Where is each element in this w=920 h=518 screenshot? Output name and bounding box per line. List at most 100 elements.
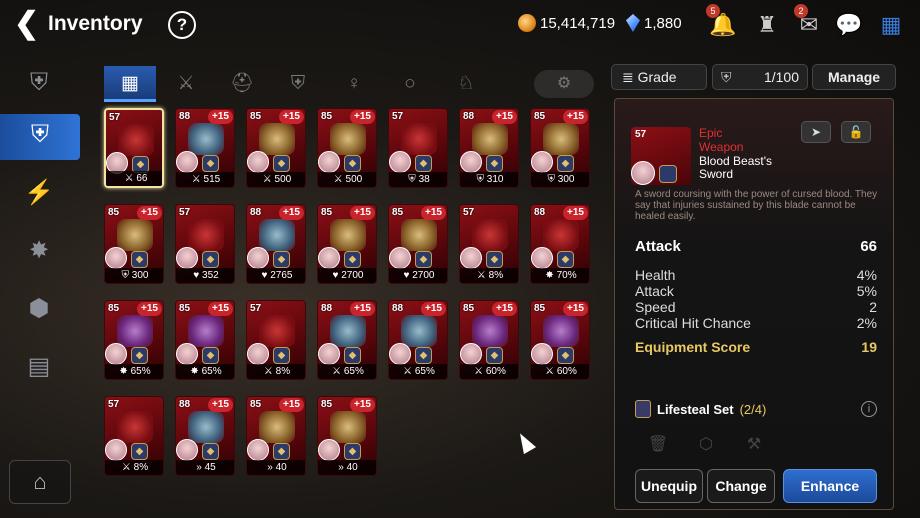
stat-icon: ⛨ <box>121 270 130 281</box>
item-art <box>543 315 579 347</box>
item-art <box>188 123 224 155</box>
inventory-item[interactable]: 85 +15 ◆ ⛨ 300 <box>104 204 164 284</box>
crystal-currency[interactable]: 1,880 <box>626 14 682 32</box>
inventory-item[interactable]: 88 +15 ◆» 45 <box>175 396 235 476</box>
inventory-item[interactable]: 85 +15 ◆» 40 <box>246 396 306 476</box>
item-level: 85 <box>321 111 333 122</box>
inventory-item[interactable]: 57 ◆ ♥ 352 <box>175 204 235 284</box>
top-bar: ❮ Inventory ? 15,414,719 1,880 🔔 5 ♜ ✉ 2… <box>0 0 920 52</box>
inventory-item[interactable]: 85 +15 ◆ ✸ 65% <box>104 300 164 380</box>
filter-icon[interactable]: ⚙ <box>534 70 594 98</box>
extract-icon[interactable]: ⬡ <box>691 432 721 458</box>
share-icon[interactable]: ➤ <box>801 121 831 143</box>
item-detail-panel: 57 Epic Weapon Blood Beast's Sword ➤ 🔓 A … <box>614 98 894 510</box>
set-icon: ◆ <box>557 251 574 268</box>
stat-value: 310 <box>486 174 504 185</box>
inventory-item[interactable]: 85 +15 ◆ ♥ 2700 <box>388 204 448 284</box>
sub-stat-label: Health <box>635 267 676 283</box>
item-stat: ⛨ 38 <box>389 172 447 187</box>
unequip-button[interactable]: Unequip <box>635 469 703 503</box>
inventory-item[interactable]: 88 +15 ◆ ⛨ 310 <box>459 108 519 188</box>
inventory-item[interactable]: 88 +15 ◆ ♥ 2765 <box>246 204 306 284</box>
enhance-button[interactable]: Enhance <box>783 469 877 503</box>
hero-avatar <box>460 151 482 173</box>
weapon-icon[interactable]: ⚔ <box>160 66 212 102</box>
chat-icon[interactable]: 💬 <box>834 10 864 40</box>
inventory-item[interactable]: 88 +15 ◆ ⚔ 65% <box>388 300 448 380</box>
armor-icon[interactable]: ⛨ <box>272 66 324 102</box>
stat-value: 2700 <box>341 270 364 281</box>
party-icon[interactable]: ♜ <box>752 10 782 40</box>
item-art <box>117 411 153 443</box>
inventory-item[interactable]: 85 +15 ◆ ⚔ 60% <box>459 300 519 380</box>
inventory-item[interactable]: 85 +15 ◆ ⚔ 60% <box>530 300 590 380</box>
inventory-item[interactable]: 88 +15 ◆ ⚔ 515 <box>175 108 235 188</box>
lock-icon[interactable]: 🔓 <box>841 121 871 143</box>
main-stat-value: 66 <box>860 238 877 255</box>
info-icon[interactable]: i <box>861 401 877 417</box>
item-stat: ⚔ 500 <box>247 172 305 187</box>
grade-sort-button[interactable]: ≣ Grade <box>611 64 707 90</box>
inventory-item[interactable]: 57 ◆ ⛨ 38 <box>388 108 448 188</box>
helmet-icon[interactable]: ⛑ <box>216 66 268 102</box>
sub-stat-label: Attack <box>635 283 674 299</box>
inventory-item[interactable]: 85 +15 ◆ ⚔ 500 <box>246 108 306 188</box>
item-level: 85 <box>108 207 120 218</box>
change-button[interactable]: Change <box>707 469 775 503</box>
inventory-item[interactable]: 85 +15 ◆ ♥ 2700 <box>317 204 377 284</box>
sub-stat-value: 4% <box>856 267 877 283</box>
hero-avatar <box>105 247 127 269</box>
inventory-item[interactable]: 57 ◆ ⚔ 66 <box>104 108 164 188</box>
artifact-icon[interactable]: ⚡ <box>18 172 60 214</box>
sub-stat: Speed 2 <box>635 299 877 315</box>
inventory-item[interactable]: 85 +15 ◆ ⚔ 500 <box>317 108 377 188</box>
enhance-badge: +15 <box>350 302 375 316</box>
catalyst-icon[interactable]: ✸ <box>18 230 60 272</box>
material-icon[interactable]: ⬢ <box>18 288 60 330</box>
gold-currency[interactable]: 15,414,719 <box>518 14 615 32</box>
enhance-badge: +15 <box>208 302 233 316</box>
inventory-item[interactable]: 57 ◆ ⚔ 8% <box>104 396 164 476</box>
set-icon: ◆ <box>344 443 361 460</box>
inventory-item[interactable]: 85 +15 ◆» 40 <box>317 396 377 476</box>
enhance-badge: +15 <box>350 206 375 220</box>
stat-icon: ✸ <box>119 366 128 377</box>
equipment-tab-icon[interactable]: ⛨ <box>18 62 60 104</box>
stat-value: 60% <box>556 366 577 377</box>
boots-icon[interactable]: ♘ <box>440 66 492 102</box>
inventory-item[interactable]: 88 +15 ◆ ⚔ 65% <box>317 300 377 380</box>
hero-avatar <box>176 439 198 461</box>
enhance-badge: +15 <box>208 398 233 412</box>
item-description: A sword coursing with the power of curse… <box>635 189 878 222</box>
item-level: 85 <box>463 303 475 314</box>
storage-icon[interactable]: ⌂ <box>9 460 71 504</box>
manage-button[interactable]: Manage <box>812 64 896 90</box>
help-icon[interactable]: ? <box>168 11 196 39</box>
equipment-unequipped-icon[interactable]: ⛨ <box>0 114 80 160</box>
stat-value: 2700 <box>412 270 435 281</box>
stat-value: 65% <box>343 366 364 377</box>
inventory-item[interactable]: 85 +15 ◆ ⛨ 300 <box>530 108 590 188</box>
set-icon: ◆ <box>486 251 503 268</box>
ring-icon[interactable]: ○ <box>384 66 436 102</box>
stat-value: 8% <box>488 270 504 281</box>
inventory-item[interactable]: 88 +15 ◆ ✸ 70% <box>530 204 590 284</box>
inventory-item[interactable]: 57 ◆ ⚔ 8% <box>459 204 519 284</box>
reforge-icon[interactable]: ⚒ <box>739 432 769 458</box>
item-stat: ♥ 2765 <box>247 268 305 283</box>
item-level: 85 <box>534 303 546 314</box>
back-arrow-icon[interactable]: ❮ <box>14 9 40 40</box>
detail-hero-avatar <box>631 161 655 185</box>
stat-value: 40 <box>346 462 358 473</box>
stat-icon: ⛨ <box>408 174 416 185</box>
detail-item-art: 57 <box>631 127 691 185</box>
chest-icon[interactable]: ▤ <box>18 346 60 388</box>
inventory-item[interactable]: 57 ◆ ⚔ 8% <box>246 300 306 380</box>
trash-icon[interactable]: 🗑 <box>643 432 673 458</box>
inventory-item[interactable]: 85 +15 ◆ ✸ 65% <box>175 300 235 380</box>
all-grid-icon[interactable]: ▦ <box>104 66 156 102</box>
necklace-icon[interactable]: ♀ <box>328 66 380 102</box>
menu-grid-icon[interactable]: ▦ <box>876 10 906 40</box>
item-level: 85 <box>250 111 262 122</box>
item-level: 57 <box>250 303 262 314</box>
